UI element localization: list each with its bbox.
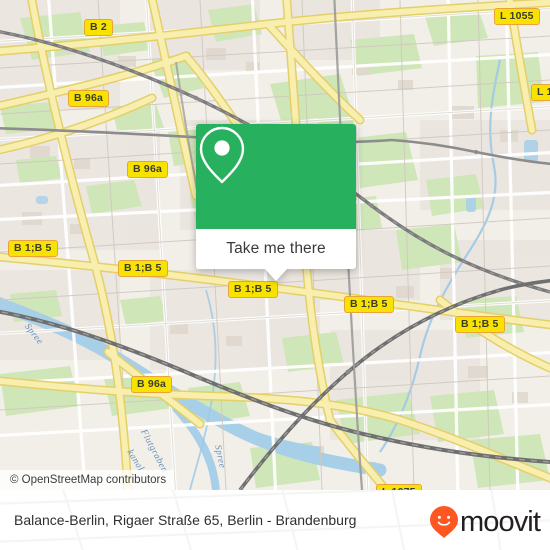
road-shield: L 1055 bbox=[494, 8, 540, 25]
moovit-wordmark: moovit bbox=[459, 505, 541, 538]
osm-attribution[interactable]: © OpenStreetMap contributors bbox=[0, 470, 175, 490]
map-pin-icon bbox=[199, 126, 245, 184]
road-shield: B 1;B 5 bbox=[455, 316, 505, 333]
road-shield: B 1;B 5 bbox=[344, 296, 394, 313]
road-shield: B 2 bbox=[84, 19, 113, 36]
footer-bar: Balance-Berlin, Rigaer Straße 65, Berlin… bbox=[0, 490, 550, 550]
road-shield: B 96a bbox=[127, 161, 169, 178]
road-shield: B 1;B 5 bbox=[8, 240, 58, 257]
road-shield: B 96a bbox=[131, 376, 173, 393]
callout-label-area[interactable]: Take me there bbox=[196, 229, 356, 281]
place-title: Balance-Berlin, Rigaer Straße 65, Berlin… bbox=[14, 511, 357, 528]
moovit-logo[interactable]: moovit bbox=[429, 505, 541, 539]
callout-label: Take me there bbox=[226, 240, 326, 257]
road-shield: B 96a bbox=[68, 90, 110, 107]
callout-icon-area bbox=[196, 124, 356, 229]
take-me-there-callout[interactable]: Take me there bbox=[196, 124, 356, 281]
road-shield: B 1;B 5 bbox=[118, 260, 168, 277]
road-shield: B 1;B 5 bbox=[228, 281, 278, 298]
map-canvas[interactable]: B 2 L 1055 B 96a L 1 B 96a B 1;B 5 B 1;B… bbox=[0, 0, 550, 490]
moovit-map-screenshot: B 2 L 1055 B 96a L 1 B 96a B 1;B 5 B 1;B… bbox=[0, 0, 550, 550]
moovit-smiley-pin-icon bbox=[429, 506, 458, 538]
road-shield: L 1 bbox=[531, 84, 550, 101]
callout-tail bbox=[265, 269, 287, 281]
